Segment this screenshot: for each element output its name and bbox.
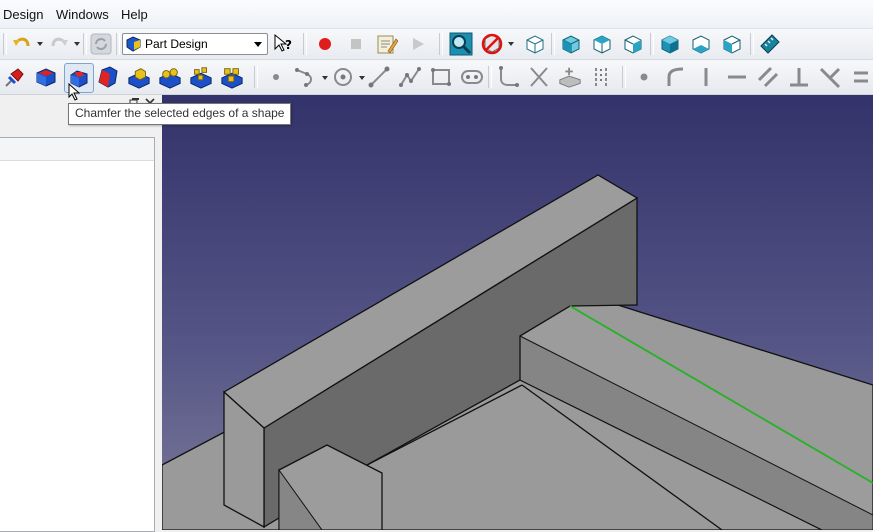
- circle-icon[interactable]: [331, 65, 355, 89]
- toolbar-separator: [3, 33, 7, 55]
- model-view[interactable]: [162, 95, 873, 530]
- svg-text:?: ?: [285, 38, 292, 52]
- menu-design[interactable]: Design: [3, 7, 43, 22]
- redo-icon[interactable]: [47, 32, 71, 56]
- combo-view-panel: [0, 95, 161, 532]
- pattern-icon[interactable]: [189, 65, 213, 89]
- record-macro-icon[interactable]: [313, 32, 337, 56]
- toolbar-separator: [116, 33, 120, 55]
- toolbar-separator: [650, 33, 654, 55]
- right-view-icon[interactable]: [621, 32, 645, 56]
- symmetric-icon[interactable]: [818, 65, 842, 89]
- draft-icon[interactable]: [96, 65, 120, 89]
- part-design-icon: [126, 36, 142, 55]
- equal-icon[interactable]: [849, 65, 873, 89]
- edit-macro-icon[interactable]: [375, 32, 399, 56]
- bspline-icon[interactable]: [398, 65, 422, 89]
- toolbar-separator: [83, 33, 87, 55]
- undo-dropdown-icon[interactable]: [37, 42, 43, 46]
- menu-windows[interactable]: Windows: [56, 7, 109, 22]
- line-icon[interactable]: [367, 65, 391, 89]
- sketch-pin-icon[interactable]: [3, 65, 27, 89]
- front-view-icon[interactable]: [559, 32, 583, 56]
- toolbar-separator: [488, 66, 492, 88]
- workbench-selector-label: Part Design: [145, 37, 208, 51]
- horizontal-icon[interactable]: [725, 65, 749, 89]
- menu-help[interactable]: Help: [121, 7, 148, 22]
- vertical-icon[interactable]: [694, 65, 718, 89]
- toolbar-separator: [303, 33, 307, 55]
- 3d-viewport[interactable]: [162, 95, 873, 530]
- play-macro-icon[interactable]: [406, 32, 430, 56]
- fillet-icon[interactable]: [496, 65, 520, 89]
- menu-bar: Design Windows Help: [0, 0, 873, 29]
- pad-icon[interactable]: [34, 65, 58, 89]
- whats-this-icon[interactable]: ?: [271, 32, 295, 56]
- polyline-icon[interactable]: [294, 65, 318, 89]
- toolbar-separator: [622, 66, 626, 88]
- construction-mode-icon[interactable]: [589, 65, 613, 89]
- undo-icon[interactable]: [10, 32, 34, 56]
- slot-icon[interactable]: [460, 65, 484, 89]
- axonometric-view-icon[interactable]: [523, 32, 547, 56]
- polyline-dropdown-icon[interactable]: [322, 76, 328, 80]
- draw-style-icon[interactable]: [480, 32, 504, 56]
- toolbar-separator: [750, 33, 754, 55]
- refresh-icon[interactable]: [89, 32, 113, 56]
- external-geometry-icon[interactable]: [558, 65, 582, 89]
- coincident-icon[interactable]: [632, 65, 656, 89]
- tangent-icon[interactable]: [664, 65, 688, 89]
- stop-macro-icon[interactable]: [344, 32, 368, 56]
- point-icon[interactable]: [264, 65, 288, 89]
- toolbar-separator: [439, 33, 443, 55]
- tooltip: Chamfer the selected edges of a shape: [68, 103, 292, 125]
- circle-dropdown-icon[interactable]: [359, 76, 365, 80]
- tree-header: [0, 138, 154, 161]
- pocket-icon[interactable]: [127, 65, 151, 89]
- fit-all-icon[interactable]: [449, 32, 473, 56]
- top-view-icon[interactable]: [590, 32, 614, 56]
- draw-style-dropdown-icon[interactable]: [508, 42, 514, 46]
- measure-icon[interactable]: [758, 32, 782, 56]
- redo-dropdown-icon[interactable]: [74, 42, 80, 46]
- workbench-selector[interactable]: Part Design: [122, 33, 268, 55]
- trim-icon[interactable]: [527, 65, 551, 89]
- part-design-toolbar: [0, 60, 873, 95]
- toolbar-separator: [551, 33, 555, 55]
- left-view-icon[interactable]: [720, 32, 744, 56]
- multi-transform-icon[interactable]: [220, 65, 244, 89]
- chevron-down-icon[interactable]: [254, 42, 262, 47]
- toolbar-separator: [254, 66, 258, 88]
- rectangle-icon[interactable]: [429, 65, 453, 89]
- mouse-cursor-icon: [68, 82, 81, 104]
- groove-icon[interactable]: [158, 65, 182, 89]
- parallel-icon[interactable]: [756, 65, 780, 89]
- model-tree[interactable]: [0, 137, 155, 532]
- bottom-view-icon[interactable]: [689, 32, 713, 56]
- perpendicular-icon[interactable]: [787, 65, 811, 89]
- rear-view-icon[interactable]: [658, 32, 682, 56]
